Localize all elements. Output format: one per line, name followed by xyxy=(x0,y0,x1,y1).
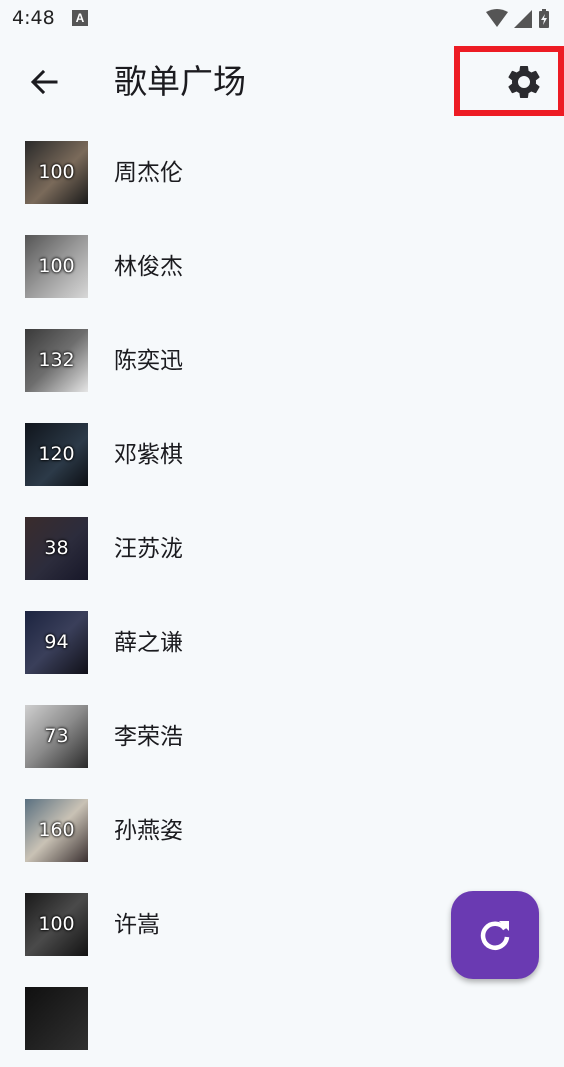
song-count: 160 xyxy=(38,819,75,841)
arrow-left-icon xyxy=(30,69,58,95)
settings-highlight xyxy=(454,46,564,116)
status-time: 4:48 xyxy=(12,7,55,29)
page-title: 歌单广场 xyxy=(114,62,246,101)
playlist-cover: 100 xyxy=(25,893,88,956)
playlist-name: 薛之谦 xyxy=(114,630,183,656)
playlist-cover: 94 xyxy=(25,611,88,674)
song-count: 38 xyxy=(44,537,69,559)
app-bar: 歌单广场 xyxy=(0,40,564,124)
gear-icon xyxy=(508,65,540,98)
song-count: 100 xyxy=(38,161,75,183)
list-item[interactable]: 94 薛之谦 xyxy=(0,597,564,691)
status-icons xyxy=(484,8,554,34)
playlist-name: 周杰伦 xyxy=(114,160,183,186)
playlist-cover xyxy=(25,987,88,1050)
list-item[interactable]: 100 周杰伦 xyxy=(0,127,564,221)
list-item[interactable]: 100 林俊杰 xyxy=(0,221,564,315)
song-count: 120 xyxy=(38,443,75,465)
playlist-name: 孙燕姿 xyxy=(114,818,183,844)
list-item[interactable]: 38 汪苏泷 xyxy=(0,503,564,597)
playlist-cover: 38 xyxy=(25,517,88,580)
playlist-cover: 100 xyxy=(25,235,88,298)
playlist-cover: 160 xyxy=(25,799,88,862)
refresh-button[interactable] xyxy=(451,891,539,979)
playlist-name: 邓紫棋 xyxy=(114,442,183,468)
playlist-cover: 100 xyxy=(25,141,88,204)
list-item[interactable]: 73 李荣浩 xyxy=(0,691,564,785)
settings-button[interactable] xyxy=(504,62,544,102)
list-item[interactable] xyxy=(0,973,564,1067)
list-item[interactable]: 120 邓紫棋 xyxy=(0,409,564,503)
playlist-cover: 73 xyxy=(25,705,88,768)
playlist-name: 许嵩 xyxy=(114,912,160,938)
song-count: 73 xyxy=(44,725,69,747)
playlist-cover: 120 xyxy=(25,423,88,486)
back-button[interactable] xyxy=(24,62,64,102)
playlist-name: 林俊杰 xyxy=(114,254,183,280)
notification-icon: A xyxy=(72,10,88,26)
playlist-cover: 132 xyxy=(25,329,88,392)
signal-battery-icons xyxy=(486,9,549,28)
refresh-icon xyxy=(480,921,510,950)
song-count: 94 xyxy=(44,631,69,653)
playlist-name: 李荣浩 xyxy=(114,724,183,750)
cell-signal-icon xyxy=(514,10,532,28)
list-item[interactable]: 132 陈奕迅 xyxy=(0,315,564,409)
playlist-name: 陈奕迅 xyxy=(114,348,183,374)
list-item[interactable]: 160 孙燕姿 xyxy=(0,785,564,879)
song-count: 100 xyxy=(38,913,75,935)
song-count: 132 xyxy=(38,349,75,371)
song-count: 100 xyxy=(38,255,75,277)
playlist-name: 汪苏泷 xyxy=(114,536,183,562)
wifi-icon xyxy=(486,9,508,27)
status-bar: 4:48 A xyxy=(0,0,564,40)
